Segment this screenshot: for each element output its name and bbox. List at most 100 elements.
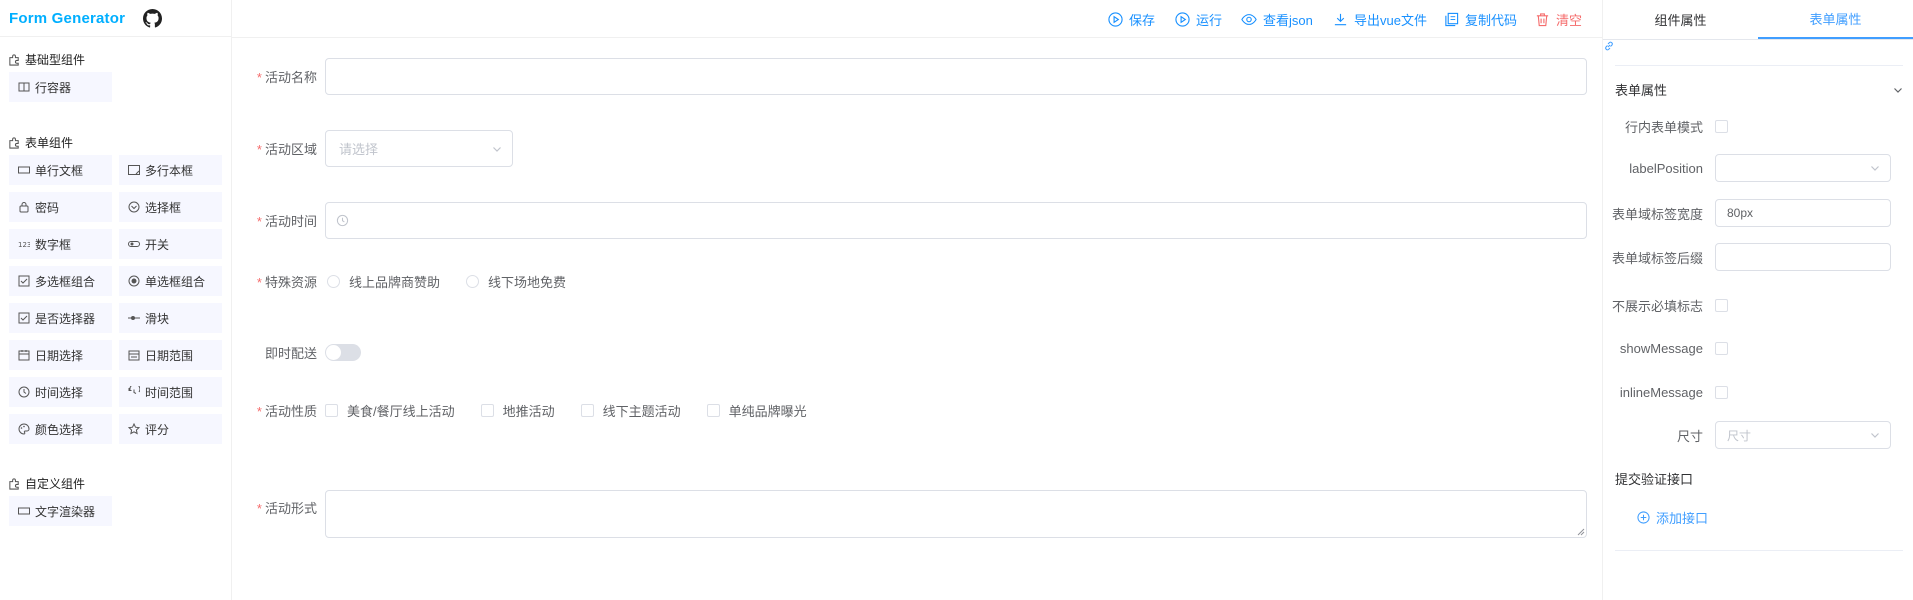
label-position-select[interactable] bbox=[1715, 154, 1891, 182]
show-message-checkbox[interactable] bbox=[1715, 342, 1728, 355]
group-form: 表单组件 单行文框 多行本框 密码 选择框 123 数字框 开关 多选框组合 单选… bbox=[0, 133, 232, 444]
component-switch[interactable]: 开关 bbox=[119, 229, 222, 259]
field-label: * 特殊资源 bbox=[256, 275, 317, 290]
component-password[interactable]: 密码 bbox=[9, 192, 112, 222]
field-activity-region: * 活动区域 请选择 bbox=[232, 130, 513, 167]
component-date[interactable]: 日期选择 bbox=[9, 340, 112, 370]
field-activity-form: * 活动形式 bbox=[232, 490, 1587, 538]
form-props-section-header[interactable]: 表单属性 bbox=[1615, 80, 1903, 99]
prop-show-message: showMessage bbox=[1603, 341, 1913, 356]
component-checkbox-group[interactable]: 多选框组合 bbox=[9, 266, 112, 296]
component-textarea[interactable]: 多行本框 bbox=[119, 155, 222, 185]
divider bbox=[1615, 65, 1903, 66]
prop-label-position: labelPosition bbox=[1603, 154, 1913, 182]
checkbox-icon bbox=[18, 275, 30, 287]
star-icon bbox=[128, 423, 140, 435]
group-title: 自定义组件 bbox=[0, 474, 232, 492]
group-basic: 基础型组件 行容器 bbox=[0, 50, 232, 102]
plus-circle-icon bbox=[1637, 511, 1650, 524]
logo-bar: Form Generator bbox=[0, 0, 231, 37]
component-time-range[interactable]: 时间范围 bbox=[119, 377, 222, 407]
component-number[interactable]: 123 数字框 bbox=[9, 229, 112, 259]
chevron-down-icon bbox=[1871, 166, 1879, 171]
run-button[interactable]: 运行 bbox=[1175, 10, 1222, 29]
prop-label-width: 表单域标签宽度 80px bbox=[1603, 199, 1913, 227]
tab-component-props[interactable]: 组件属性 bbox=[1603, 0, 1758, 39]
component-select[interactable]: 选择框 bbox=[119, 192, 222, 222]
field-label: * 活动时间 bbox=[256, 214, 317, 229]
activity-name-input[interactable] bbox=[325, 58, 1587, 95]
time-range-icon bbox=[128, 386, 140, 394]
inline-message-checkbox[interactable] bbox=[1715, 386, 1728, 399]
radio-icon bbox=[128, 275, 140, 287]
checkbox-option[interactable]: 地推活动 bbox=[480, 401, 555, 420]
chevron-down-icon bbox=[1871, 433, 1879, 438]
label-suffix-input[interactable] bbox=[1715, 243, 1891, 271]
eye-icon bbox=[1241, 14, 1257, 25]
save-button[interactable]: 保存 bbox=[1108, 10, 1155, 29]
input-icon bbox=[18, 166, 30, 174]
component-yes-no[interactable]: 是否选择器 bbox=[9, 303, 112, 333]
group-title: 表单组件 bbox=[0, 133, 232, 151]
number-icon: 123 bbox=[18, 241, 30, 249]
instant-delivery-switch[interactable] bbox=[325, 344, 361, 361]
activity-form-textarea[interactable] bbox=[325, 490, 1587, 538]
trash-icon bbox=[1536, 13, 1549, 27]
color-icon bbox=[18, 423, 30, 435]
activity-region-select[interactable]: 请选择 bbox=[325, 130, 513, 167]
svg-text:123: 123 bbox=[18, 241, 30, 249]
copy-code-button[interactable]: 复制代码 bbox=[1444, 10, 1517, 29]
field-label: * 活动名称 bbox=[256, 70, 317, 85]
play-circle-icon bbox=[1108, 12, 1123, 27]
hide-required-checkbox[interactable] bbox=[1715, 299, 1728, 312]
form-canvas: * 活动名称 * 活动区域 请选择 * 活动时间 * 特殊资源 线上品牌商赞助 线下场地… bbox=[232, 38, 1602, 600]
prop-inline: 行内表单模式 bbox=[1603, 117, 1913, 136]
clock-icon bbox=[336, 214, 349, 227]
password-icon bbox=[19, 202, 29, 213]
component-color[interactable]: 颜色选择 bbox=[9, 414, 112, 444]
component-slider[interactable]: 滑块 bbox=[119, 303, 222, 333]
time-icon bbox=[18, 386, 30, 398]
field-activity-nature: * 活动性质 美食/餐厅线上活动 地推活动 线下主题活动 单纯品牌曝光 bbox=[232, 401, 833, 420]
component-row-container[interactable]: 行容器 bbox=[9, 72, 112, 102]
download-icon bbox=[1334, 13, 1347, 26]
size-select[interactable]: 尺寸 bbox=[1715, 421, 1891, 449]
component-text-renderer[interactable]: 文字渲染器 bbox=[9, 496, 112, 526]
inline-checkbox[interactable] bbox=[1715, 120, 1728, 133]
puzzle-icon bbox=[9, 53, 19, 66]
component-input[interactable]: 单行文框 bbox=[9, 155, 112, 185]
prop-label-suffix: 表单域标签后缀 bbox=[1603, 243, 1913, 271]
view-json-button[interactable]: 查看json bbox=[1241, 10, 1313, 29]
checkbox-option[interactable]: 美食/餐厅线上活动 bbox=[325, 401, 455, 420]
tab-form-props[interactable]: 表单属性 bbox=[1758, 0, 1913, 39]
field-special-resource: * 特殊资源 线上品牌商赞助 线下场地免费 bbox=[232, 272, 592, 291]
clear-button[interactable]: 清空 bbox=[1535, 10, 1582, 29]
validate-api-title: 提交验证接口 bbox=[1615, 472, 1694, 487]
component-date-range[interactable]: 日期范围 bbox=[119, 340, 222, 370]
switch-icon bbox=[128, 241, 140, 247]
textarea-icon bbox=[128, 165, 140, 175]
github-icon[interactable] bbox=[143, 8, 163, 28]
component-time[interactable]: 时间选择 bbox=[9, 377, 112, 407]
radio-option[interactable]: 线下场地免费 bbox=[466, 272, 566, 291]
select-icon bbox=[128, 201, 140, 213]
checkbox-option[interactable]: 单纯品牌曝光 bbox=[706, 401, 807, 420]
date-range-icon bbox=[128, 350, 140, 361]
resize-handle-icon[interactable] bbox=[1577, 528, 1585, 536]
copy-icon bbox=[1445, 12, 1459, 27]
field-label: * 活动区域 bbox=[256, 142, 317, 157]
group-custom: 自定义组件 文字渲染器 bbox=[0, 474, 232, 526]
label-width-input[interactable]: 80px bbox=[1715, 199, 1891, 227]
field-activity-name: * 活动名称 bbox=[232, 58, 1587, 95]
checkbox-option[interactable]: 线下主题活动 bbox=[580, 401, 681, 420]
radio-option[interactable]: 线上品牌商赞助 bbox=[327, 272, 440, 291]
property-panel: 组件属性 表单属性 表单属性 行内表单模式 labelPosition 表单域标… bbox=[1602, 0, 1913, 600]
add-api-button[interactable]: 添加接口 bbox=[1637, 508, 1708, 527]
export-vue-button[interactable]: 导出vue文件 bbox=[1333, 10, 1427, 29]
link-icon[interactable] bbox=[1603, 40, 1615, 52]
prop-hide-required: 不展示必填标志 bbox=[1603, 296, 1913, 315]
puzzle-icon bbox=[9, 136, 19, 149]
activity-time-picker[interactable] bbox=[325, 202, 1587, 239]
component-radio-group[interactable]: 单选框组合 bbox=[119, 266, 222, 296]
component-rate[interactable]: 评分 bbox=[119, 414, 222, 444]
